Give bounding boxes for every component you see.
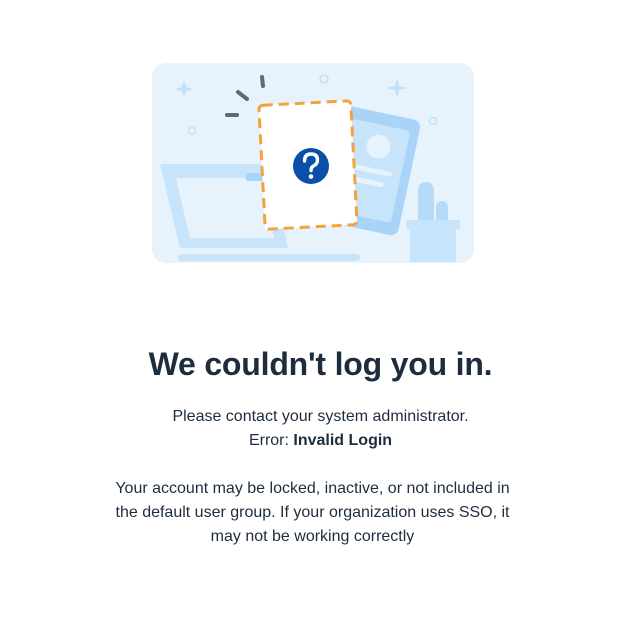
login-error-page: We couldn't log you in. Please contact y… (0, 0, 641, 619)
question-mark-icon (293, 148, 329, 184)
error-illustration (150, 60, 476, 266)
page-title: We couldn't log you in. (148, 346, 493, 382)
contact-admin-text: Please contact your system administrator… (172, 408, 469, 425)
error-illustration-graphic (152, 63, 474, 263)
error-value: Invalid Login (293, 432, 393, 449)
error-details-text: Your account may be locked, inactive, or… (115, 480, 510, 545)
error-label: Error: (248, 432, 289, 449)
error-line: Error: Invalid Login (0, 429, 641, 453)
